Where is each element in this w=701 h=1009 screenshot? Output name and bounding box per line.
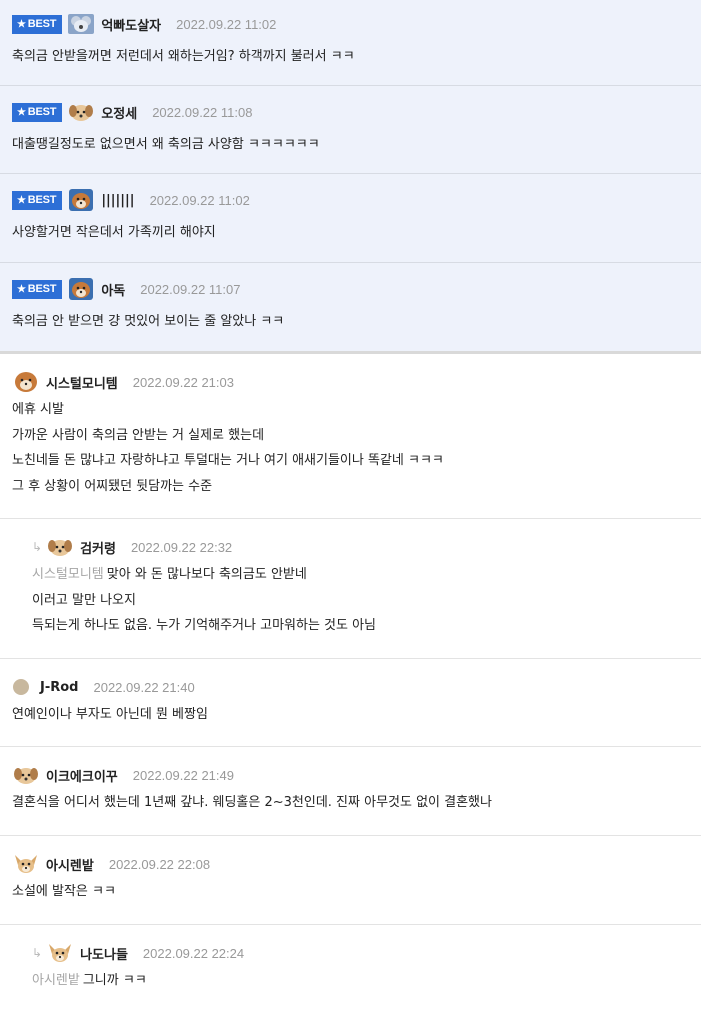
dot-avatar-icon[interactable] bbox=[12, 676, 34, 698]
comment-text: 노친네들 돈 많냐고 자랑하냐고 투덜대는 거나 여기 애새기들이나 똑같네 ㅋ… bbox=[12, 453, 444, 468]
comment-list: ★ BEST 억빠도살자 2022.09.22 11:02 축의금 안받을꺼면 저… bbox=[0, 0, 701, 1009]
comment-date: 2022.09.22 11:02 bbox=[149, 192, 250, 208]
nickname[interactable]: 나도나들 bbox=[80, 944, 128, 963]
comment-text: 이러고 말만 나오지 bbox=[32, 592, 136, 608]
comment-text: 그 후 상황이 어찌됐던 뒷담까는 수준 bbox=[12, 478, 213, 494]
comment-meta: ★ BEST ||||||| 2022.09.22 11:02 bbox=[12, 189, 701, 211]
comment-meta: ★ BEST 아독 2022.09.22 11:07 bbox=[12, 278, 701, 300]
comment: 시스털모니템 2022.09.22 21:03 에휴 시발 가까운 사람이 축의… bbox=[0, 354, 701, 519]
best-badge: ★ BEST bbox=[12, 102, 63, 122]
best-badge: ★ BEST bbox=[12, 14, 63, 34]
comment-date: 2022.09.22 11:08 bbox=[152, 104, 253, 120]
comment: 아시렌밭 2022.09.22 22:08 소설에 발작은 ㅋㅋ bbox=[0, 836, 701, 925]
comment-body: 사양할거면 작은데서 가족끼리 해야지 bbox=[12, 211, 701, 246]
comment-text: 에휴 시발 bbox=[12, 402, 64, 417]
comment-text: 결혼식을 어디서 했는데 1년째 갚냐. 웨딩홀은 2~3천인데. 진짜 아무것… bbox=[12, 795, 492, 810]
comment-meta: ↳ 검커령 2022.09.22 22:32 bbox=[32, 536, 701, 558]
comment-date: 2022.09.22 11:07 bbox=[140, 281, 241, 297]
comment-text: 연예인이나 부자도 아닌데 뭔 베짱임 bbox=[12, 707, 208, 722]
star-icon: ★ bbox=[17, 283, 26, 295]
best-comment: ★ BEST 억빠도살자 2022.09.22 11:02 축의금 안받을꺼면 저… bbox=[0, 0, 701, 86]
comment-body: 결혼식을 어디서 했는데 1년째 갚냐. 웨딩홀은 2~3천인데. 진짜 아무것… bbox=[12, 786, 701, 816]
shiba-avatar-icon[interactable] bbox=[67, 278, 95, 300]
best-badge: ★ BEST bbox=[12, 190, 63, 210]
comment-date: 2022.09.22 22:24 bbox=[142, 945, 245, 961]
comment-date: 2022.09.22 21:49 bbox=[132, 767, 234, 783]
nickname[interactable]: ||||||| bbox=[101, 193, 134, 208]
comment-text: 대출땡길정도로 없으면서 왜 축의금 사양함 ㅋㅋㅋㅋㅋㅋ bbox=[12, 137, 320, 152]
comment-meta: 이크에크이꾸 2022.09.22 21:49 bbox=[12, 764, 701, 786]
comment-date: 2022.09.22 22:32 bbox=[130, 539, 233, 555]
best-comment: ★ BEST 오정세 2022.09.22 11:08 대출땡길정도로 없으면서 … bbox=[0, 86, 701, 174]
comment-date: 2022.09.22 21:03 bbox=[132, 374, 234, 390]
reply-comment: ↳ 검커령 2022.09.22 22:32 시스털모니템 맞아 와 돈 많나보다… bbox=[0, 519, 701, 659]
nickname[interactable]: 시스털모니템 bbox=[46, 373, 118, 392]
nickname[interactable]: 검커령 bbox=[80, 538, 116, 557]
best-comment: ★ BEST 아독 2022.09.22 11:07 축의금 안 받으면 걍 멋있… bbox=[0, 263, 701, 351]
comment-meta: 시스털모니템 2022.09.22 21:03 bbox=[12, 371, 701, 393]
best-comment: ★ BEST ||||||| 2022.09.22 11:02 사양할거면 작은데… bbox=[0, 174, 701, 263]
comment-meta: J-Rod 2022.09.22 21:40 bbox=[12, 676, 701, 698]
reply-arrow-icon: ↳ bbox=[32, 540, 43, 554]
comment-body: 시스털모니템 맞아 와 돈 많나보다 축의금도 안받네 이러고 말만 나오지 득되… bbox=[32, 558, 701, 639]
comment-text: 사양할거면 작은데서 가족끼리 해야지 bbox=[12, 225, 216, 240]
comment-meta: ↳ 나도나들 2022.09.22 22:24 bbox=[32, 942, 701, 964]
best-badge: ★ BEST bbox=[12, 279, 63, 299]
comment-date: 2022.09.22 22:08 bbox=[108, 856, 211, 872]
comment-date: 2022.09.22 21:40 bbox=[93, 679, 195, 695]
comment: J-Rod 2022.09.22 21:40 연예인이나 부자도 아닌데 뭔 베… bbox=[0, 659, 701, 747]
nickname[interactable]: J-Rod bbox=[40, 680, 78, 695]
nickname[interactable]: 오정세 bbox=[101, 103, 137, 122]
comment-date: 2022.09.22 11:02 bbox=[176, 16, 277, 32]
comment: 이크에크이꾸 2022.09.22 21:49 결혼식을 어디서 했는데 1년째… bbox=[0, 747, 701, 836]
comment-meta: ★ BEST 억빠도살자 2022.09.22 11:02 bbox=[12, 13, 701, 35]
puppy-avatar-icon[interactable] bbox=[46, 536, 74, 558]
reply-comment: ↳ 나도나들 2022.09.22 22:24 아시렌밭 그니까 ㅋㅋ bbox=[0, 925, 701, 1009]
star-icon: ★ bbox=[17, 18, 26, 30]
comment-body: 축의금 안받을꺼면 저런데서 왜하는거임? 하객까지 불러서 ㅋㅋ bbox=[12, 35, 701, 70]
comment-meta: 아시렌밭 2022.09.22 22:08 bbox=[12, 853, 701, 875]
comment-body: 축의금 안 받으면 걍 멋있어 보이는 줄 알았나 ㅋㅋ bbox=[12, 300, 701, 335]
chihuahua-avatar-icon[interactable] bbox=[12, 853, 40, 875]
nickname[interactable]: 아시렌밭 bbox=[46, 855, 94, 874]
comment-text: 축의금 안받을꺼면 저런데서 왜하는거임? 하객까지 불러서 ㅋㅋ bbox=[12, 49, 355, 64]
shiba-avatar-icon[interactable] bbox=[12, 371, 40, 393]
nickname[interactable]: 아독 bbox=[101, 280, 125, 299]
star-icon: ★ bbox=[17, 194, 26, 206]
comment-text: 시스털모니템 맞아 와 돈 많나보다 축의금도 안받네 bbox=[32, 567, 307, 582]
koala-avatar-icon[interactable] bbox=[67, 13, 95, 35]
comment-text: 가까운 사람이 축의금 안받는 거 실제로 했는데 bbox=[12, 427, 265, 443]
puppy-avatar-icon[interactable] bbox=[67, 101, 95, 123]
comment-text: 득되는게 하나도 없음. 누가 기억해주거나 고마워하는 것도 아님 bbox=[32, 618, 377, 633]
shiba-avatar-icon[interactable] bbox=[67, 189, 95, 211]
comment-text: 소설에 발작은 ㅋㅋ bbox=[12, 884, 116, 899]
mention-link[interactable]: 시스털모니템 bbox=[32, 567, 104, 582]
comment-text: 축의금 안 받으면 걍 멋있어 보이는 줄 알았나 ㅋㅋ bbox=[12, 314, 285, 329]
comment-body: 대출땡길정도로 없으면서 왜 축의금 사양함 ㅋㅋㅋㅋㅋㅋ bbox=[12, 123, 701, 158]
comment-meta: ★ BEST 오정세 2022.09.22 11:08 bbox=[12, 101, 701, 123]
star-icon: ★ bbox=[17, 106, 26, 118]
comment-body: 아시렌밭 그니까 ㅋㅋ bbox=[32, 964, 701, 994]
comment-body: 소설에 발작은 ㅋㅋ bbox=[12, 875, 701, 905]
nickname[interactable]: 억빠도살자 bbox=[101, 15, 161, 34]
mention-link[interactable]: 아시렌밭 bbox=[32, 973, 80, 988]
puppy-avatar-icon[interactable] bbox=[12, 764, 40, 786]
nickname[interactable]: 이크에크이꾸 bbox=[46, 766, 118, 785]
comment-body: 에휴 시발 가까운 사람이 축의금 안받는 거 실제로 했는데 노친네들 돈 많… bbox=[12, 393, 701, 499]
reply-arrow-icon: ↳ bbox=[32, 946, 43, 960]
comment-body: 연예인이나 부자도 아닌데 뭔 베짱임 bbox=[12, 698, 701, 728]
comment-text: 아시렌밭 그니까 ㅋㅋ bbox=[32, 973, 147, 988]
chihuahua-avatar-icon[interactable] bbox=[46, 942, 74, 964]
